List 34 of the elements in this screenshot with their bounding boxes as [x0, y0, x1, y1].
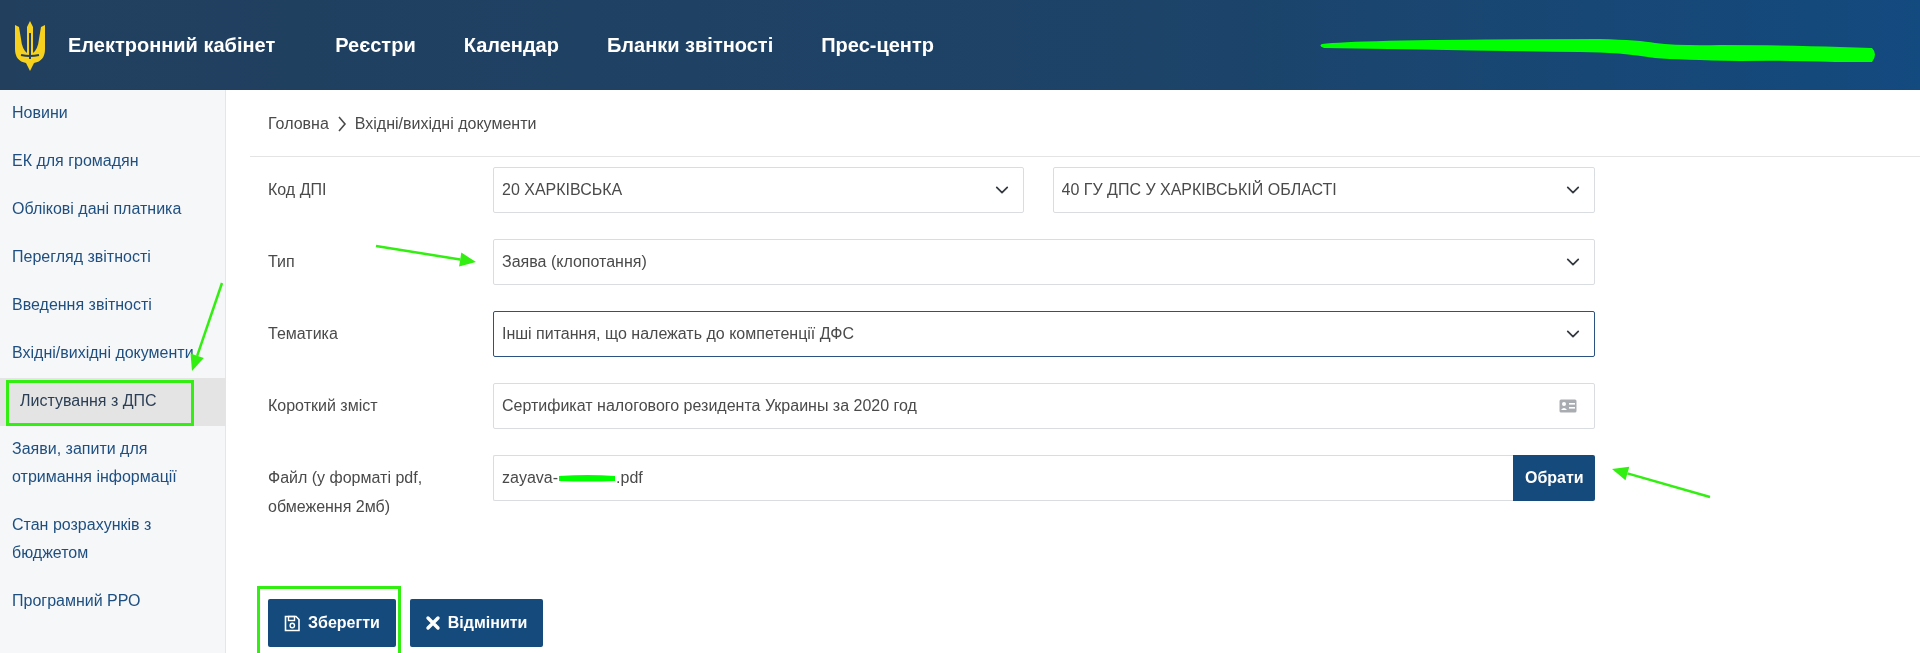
cross-icon	[425, 616, 440, 630]
file-field[interactable]: zayava- .pdf	[493, 455, 1513, 501]
trident-logo-icon	[15, 19, 45, 71]
sidebar-item[interactable]: ЕК для громадян	[0, 138, 226, 186]
breadcrumb-item: Вхідні/вихідні документи	[354, 114, 537, 134]
field-label: Файл (у форматі pdf, обмеження 2мб)	[268, 468, 424, 517]
nav-link[interactable]: Прес-центр	[821, 30, 934, 60]
nav-link[interactable]: Реєстри	[335, 30, 416, 60]
sidebar-item[interactable]: Перегляд звітності	[0, 234, 226, 282]
sidebar-item[interactable]: Облікові дані платника	[0, 186, 226, 234]
browse-button[interactable]: Обрати	[1513, 455, 1595, 501]
save-button[interactable]: Зберегти	[268, 599, 396, 647]
chevron-right-icon	[336, 116, 347, 132]
site-title[interactable]: Електронний кабінет	[68, 30, 276, 60]
nav-link[interactable]: Календар	[463, 30, 559, 60]
field-label: Тип	[268, 252, 295, 272]
cancel-button[interactable]: Відмінити	[409, 599, 544, 647]
dropdown[interactable]: Інші питання, що належать до компетенції ДФС	[493, 311, 1595, 357]
dropdown[interactable]: 20 ХАРКІВСЬКА	[493, 167, 1024, 213]
dropdown[interactable]: 40 ГУ ДПС У ХАРКІВСЬКІЙ ОБЛАСТІ	[1052, 167, 1595, 213]
field-label: Код ДПІ	[268, 180, 327, 200]
sidebar-item[interactable]: Заяви, запити для отримання інформації	[0, 426, 226, 502]
nav-link[interactable]: Бланки звітності	[606, 30, 774, 60]
sidebar-item[interactable]: Введення звітності	[0, 282, 226, 330]
sidebar-item[interactable]: Стан розрахунків з бюджетом	[0, 502, 226, 578]
sidebar-item[interactable]: Програмний РРО	[0, 578, 226, 626]
sidebar-item[interactable]: Вхідні/вихідні документи	[0, 330, 226, 378]
redaction-mark	[558, 473, 617, 483]
field-label: Тематика	[268, 324, 338, 344]
field-label: Короткий зміст	[268, 396, 378, 416]
breadcrumb-item[interactable]: Головна	[268, 112, 329, 136]
sidebar-item[interactable]: Новини	[0, 90, 226, 138]
text-input-field[interactable]: Сертификат налогового резидента Украины за 2020 год	[493, 383, 1595, 429]
dropdown[interactable]: Заява (клопотання)	[493, 239, 1595, 285]
